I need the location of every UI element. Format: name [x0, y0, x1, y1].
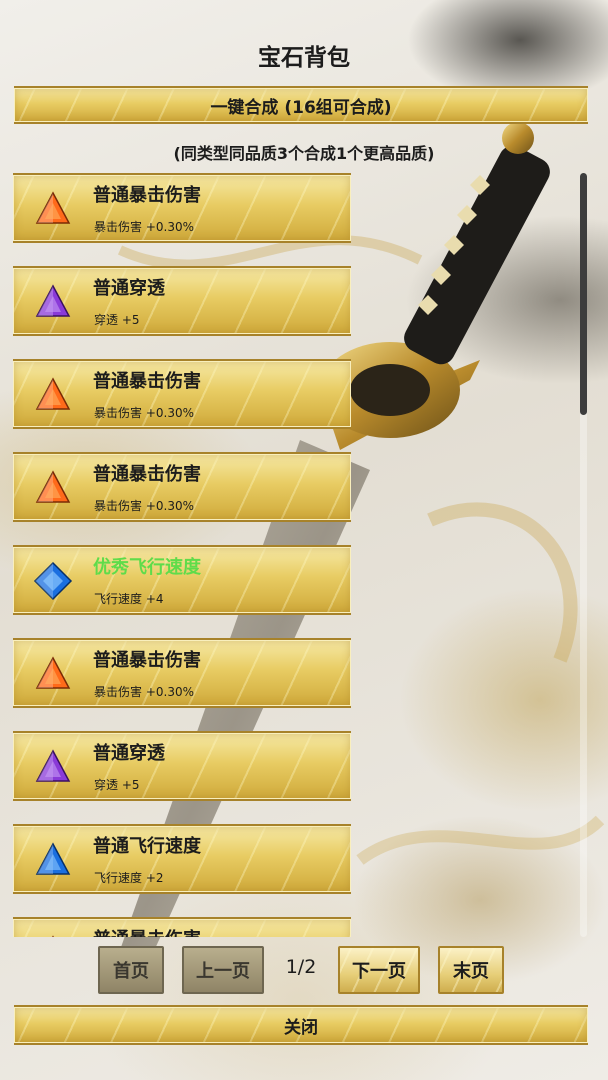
orange-triangle-gem-icon [35, 191, 71, 224]
last-page-button[interactable]: 末页 [438, 946, 504, 994]
gem-item[interactable]: 优秀飞行速度 飞行速度 +4 [13, 545, 351, 615]
gem-name: 普通暴击伤害 [93, 371, 201, 392]
prev-page-button[interactable]: 上一页 [182, 946, 264, 994]
gem-stat: 暴击伤害 +0.30% [94, 685, 194, 699]
gem-stat: 暴击伤害 +0.30% [94, 499, 194, 513]
gem-name: 优秀飞行速度 [93, 557, 201, 578]
gem-name: 普通暴击伤害 [93, 185, 201, 206]
gem-stat: 飞行速度 +2 [94, 871, 164, 885]
gem-name: 普通穿透 [93, 743, 165, 764]
gem-item[interactable]: 普通暴击伤害 [13, 917, 351, 937]
gem-name: 普通暴击伤害 [93, 925, 201, 937]
blue-diamond-gem-icon [33, 561, 73, 601]
gem-stat: 穿透 +5 [94, 313, 140, 327]
orange-triangle-gem-icon [35, 656, 71, 689]
next-page-button[interactable]: 下一页 [338, 946, 420, 994]
gem-item[interactable]: 普通暴击伤害 暴击伤害 +0.30% [13, 173, 351, 243]
gem-item[interactable]: 普通暴击伤害 暴击伤害 +0.30% [13, 452, 351, 522]
gem-stat: 穿透 +5 [94, 778, 140, 792]
gem-name: 普通穿透 [93, 278, 165, 299]
gem-item[interactable]: 普通穿透 穿透 +5 [13, 266, 351, 336]
gem-item[interactable]: 普通穿透 穿透 +5 [13, 731, 351, 801]
gem-name: 普通暴击伤害 [93, 464, 201, 485]
merge-all-button[interactable]: 一键合成 (16组可合成) [14, 86, 588, 124]
page-title: 宝石背包 [258, 45, 350, 71]
gem-item[interactable]: 普通暴击伤害 暴击伤害 +0.30% [13, 638, 351, 708]
merge-hint: (同类型同品质3个合成1个更高品质) [173, 144, 435, 163]
page-indicator: 1/2 [285, 956, 317, 978]
gem-item[interactable]: 普通暴击伤害 暴击伤害 +0.30% [13, 359, 351, 429]
blue-triangle-gem-icon [35, 842, 71, 875]
scrollbar-thumb[interactable] [580, 173, 587, 415]
gem-name: 普通飞行速度 [93, 836, 201, 857]
gem-item[interactable]: 普通飞行速度 飞行速度 +2 [13, 824, 351, 894]
list-scrollbar[interactable] [580, 173, 587, 937]
purple-triangle-gem-icon [35, 749, 71, 782]
gem-list[interactable]: 普通暴击伤害 暴击伤害 +0.30% 普通穿透 穿透 +5 普通暴击伤害 暴击伤… [13, 173, 351, 937]
gem-stat: 暴击伤害 +0.30% [94, 220, 194, 234]
gem-stat: 暴击伤害 +0.30% [94, 406, 194, 420]
orange-triangle-gem-icon [35, 470, 71, 503]
orange-triangle-gem-icon [52, 935, 54, 937]
gem-stat: 飞行速度 +4 [94, 592, 164, 606]
gem-name: 普通暴击伤害 [93, 650, 201, 671]
purple-triangle-gem-icon [35, 284, 71, 317]
orange-triangle-gem-icon [35, 377, 71, 410]
close-button[interactable]: 关闭 [14, 1005, 588, 1045]
first-page-button[interactable]: 首页 [98, 946, 164, 994]
